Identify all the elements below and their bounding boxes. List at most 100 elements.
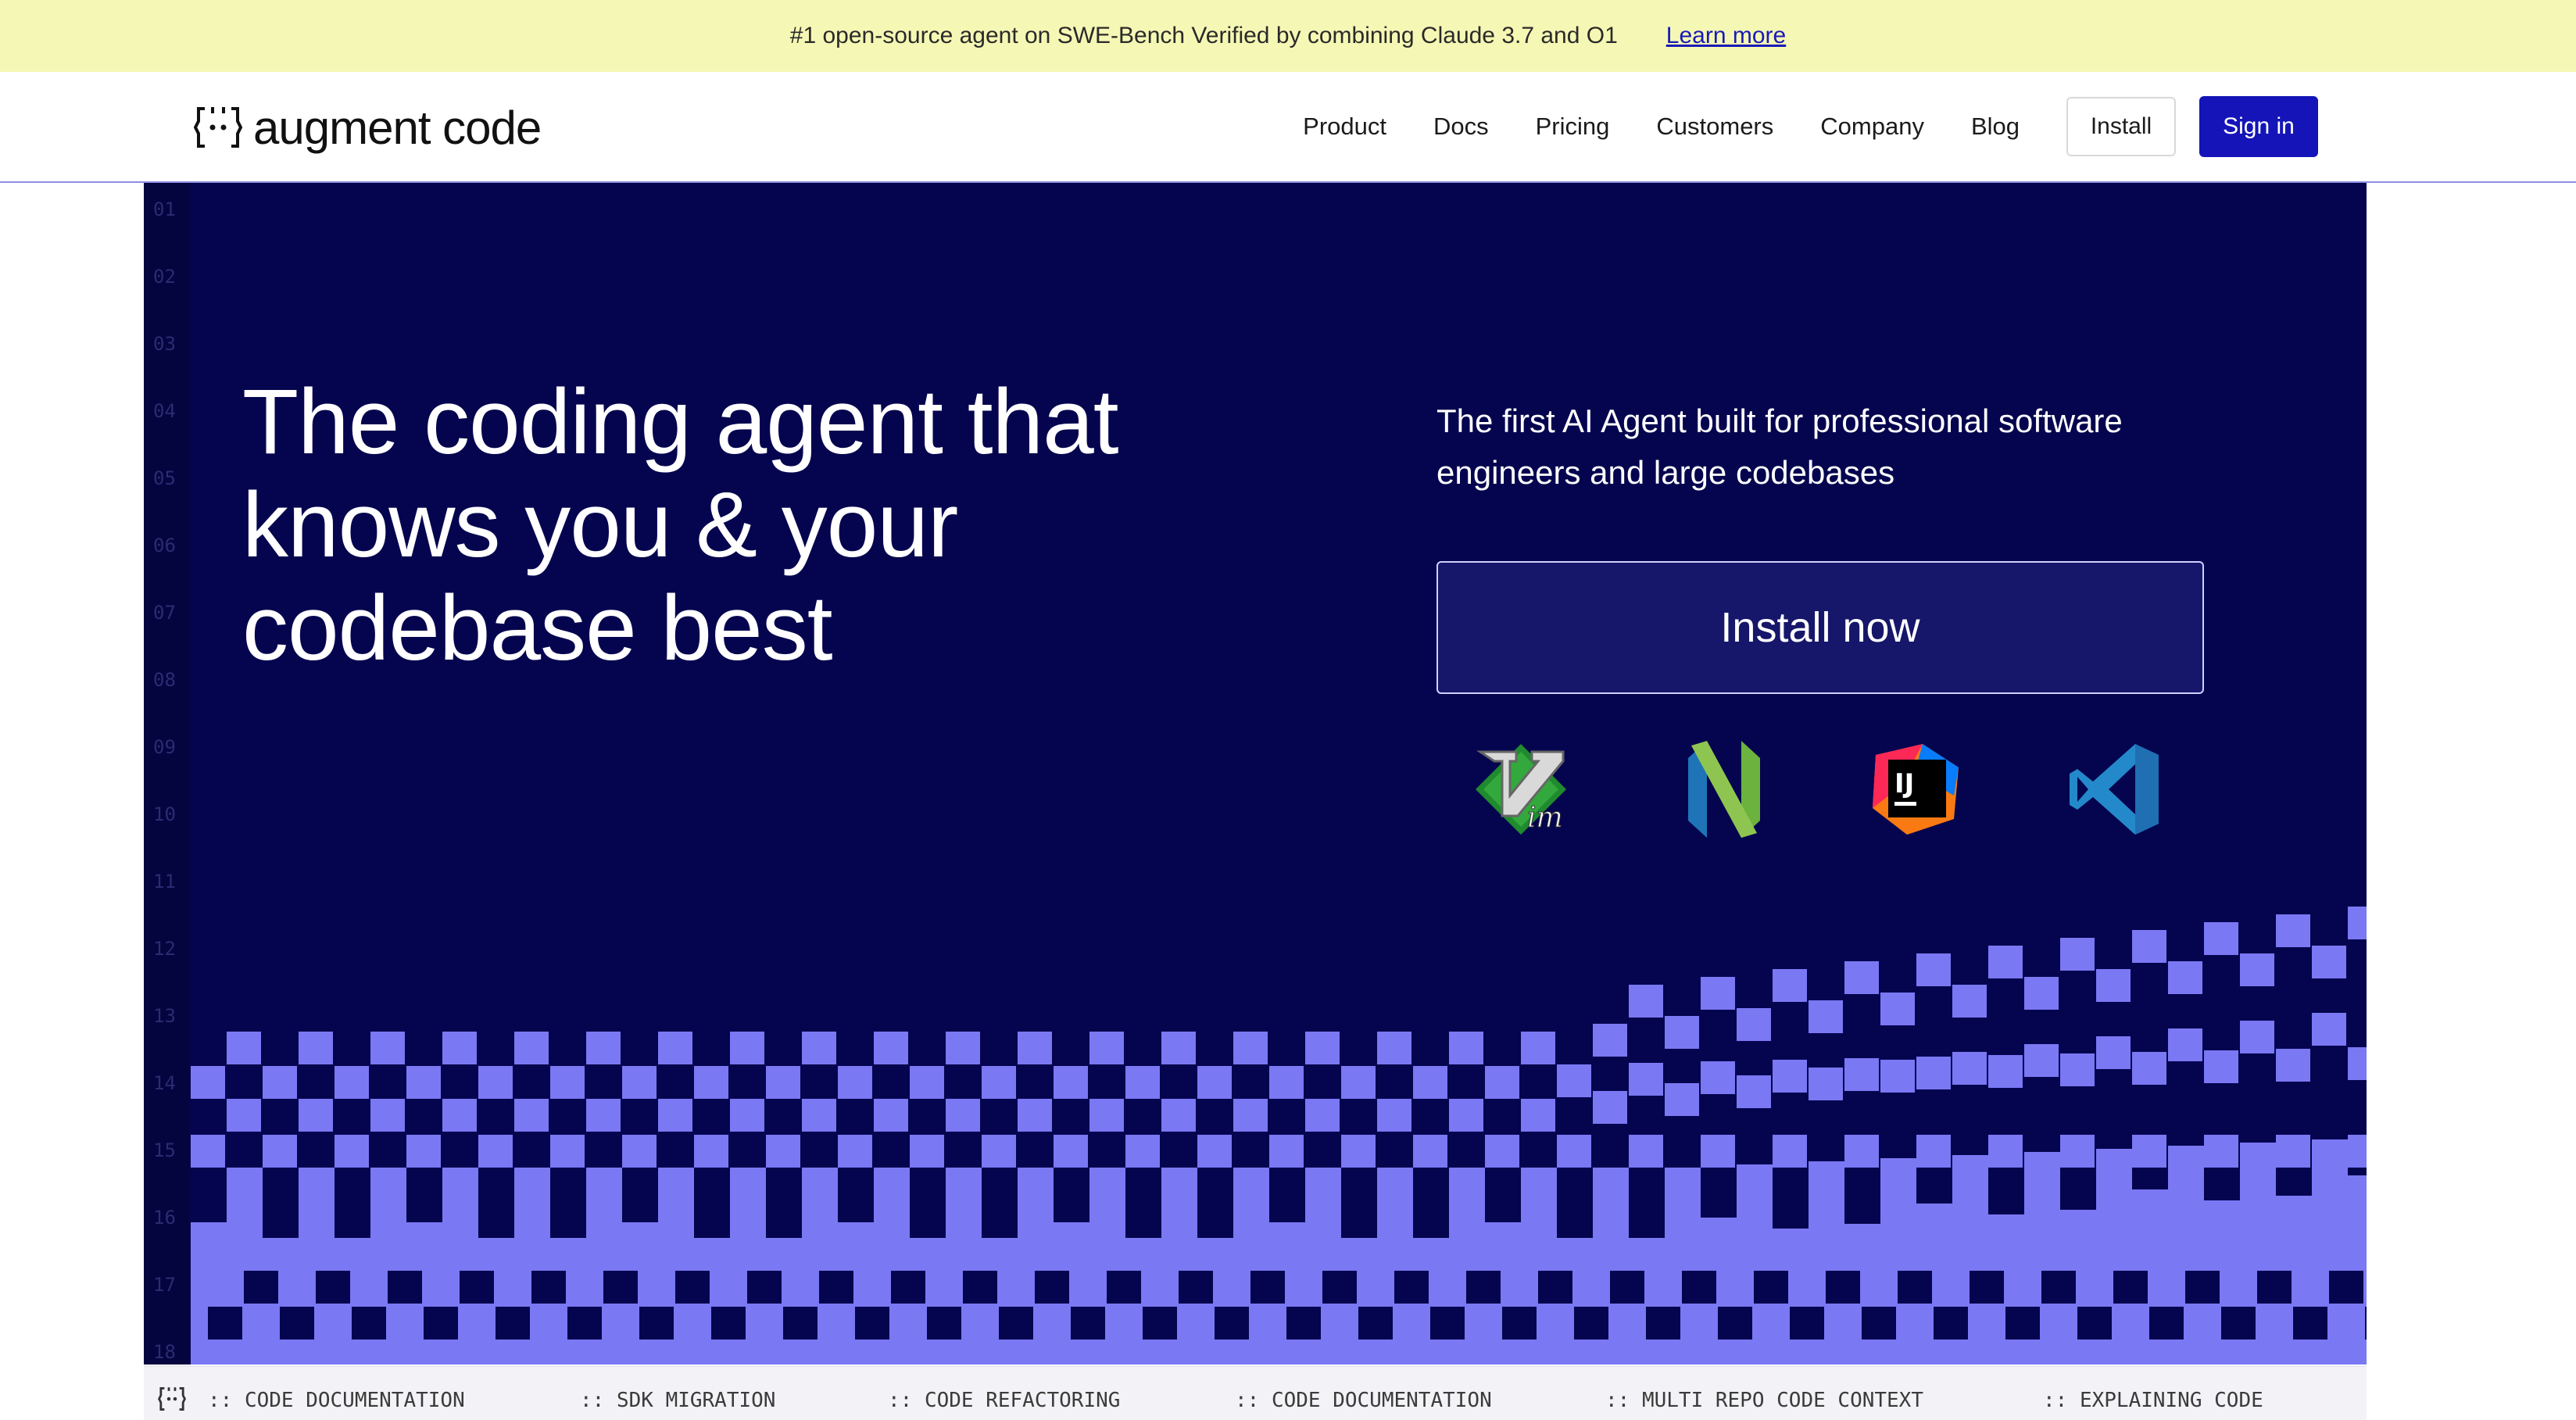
line-number-gutter: 01 02 03 04 05 06 07 08 09 10 11 12 13 1… xyxy=(144,183,189,1365)
pixel-block xyxy=(1305,1032,1340,1064)
pixel-block xyxy=(1377,1099,1411,1132)
nav-pricing[interactable]: Pricing xyxy=(1536,113,1610,141)
pixel-block xyxy=(460,1271,494,1304)
pixel-block xyxy=(2149,1307,2184,1340)
pixel-block xyxy=(819,1271,853,1304)
line-number: 07 xyxy=(153,602,176,624)
vim-icon[interactable]: im xyxy=(1472,741,1569,838)
pixel-block xyxy=(766,1066,800,1099)
pixel-block xyxy=(838,1066,872,1099)
learn-more-link[interactable]: Learn more xyxy=(1666,23,1786,49)
nav-docs[interactable]: Docs xyxy=(1433,113,1489,141)
pixel-block xyxy=(352,1307,386,1340)
pixel-block xyxy=(2096,1036,2131,1069)
pixel-block xyxy=(514,1099,549,1132)
pixel-block xyxy=(2060,1053,2095,1086)
pixel-block xyxy=(1737,1075,1771,1108)
pixel-block xyxy=(2221,1307,2256,1340)
pixel-block xyxy=(1646,1307,1680,1340)
use-case-item: :: CODE REFACTORING xyxy=(888,1389,1121,1412)
pixel-block xyxy=(1018,1032,1052,1064)
augment-small-logo-icon xyxy=(158,1386,186,1411)
pixel-block xyxy=(406,1135,441,1168)
vim-icon-label: im xyxy=(1527,802,1563,834)
line-number: 02 xyxy=(153,266,176,288)
pixel-block xyxy=(1862,1307,1896,1340)
pixel-block xyxy=(208,1307,242,1340)
pixel-block xyxy=(1718,1307,1752,1340)
intellij-icon-label: IJ xyxy=(1894,768,1914,799)
pixel-block xyxy=(1880,993,1915,1025)
use-case-item: :: SDK MIGRATION xyxy=(580,1389,776,1412)
pixel-block xyxy=(1934,1307,1968,1340)
pixel-block xyxy=(514,1032,549,1064)
line-number: 17 xyxy=(153,1274,176,1296)
pixel-block xyxy=(2185,1271,2220,1304)
pixel-block xyxy=(766,1135,800,1168)
pixel-block xyxy=(191,1135,225,1168)
pixel-block xyxy=(1233,1099,1268,1132)
pixel-block xyxy=(1089,1099,1124,1132)
use-case-item: :: CODE DOCUMENTATION xyxy=(1235,1389,1492,1412)
pixel-block xyxy=(783,1307,818,1340)
intellij-icon[interactable]: IJ xyxy=(1868,741,1965,838)
pixel-block xyxy=(2240,1021,2274,1053)
pixel-block xyxy=(586,1099,621,1132)
nav-company[interactable]: Company xyxy=(1820,113,1924,141)
pixel-block xyxy=(2329,1271,2363,1304)
pixel-block xyxy=(280,1307,314,1340)
hero-title: The coding agent that knows you & your c… xyxy=(242,370,1336,680)
nav-blog[interactable]: Blog xyxy=(1971,113,2020,141)
logo-text: augment code xyxy=(253,101,542,154)
pixel-block xyxy=(910,1066,944,1099)
pixel-block xyxy=(2113,1271,2148,1304)
vscode-icon[interactable] xyxy=(2066,741,2163,838)
pixel-block xyxy=(335,1066,369,1099)
pixel-block xyxy=(1574,1307,1608,1340)
pixel-block xyxy=(1161,1032,1196,1064)
use-case-item: :: MULTI REPO CODE CONTEXT xyxy=(1605,1389,1923,1412)
line-number: 06 xyxy=(153,535,176,556)
pixel-block xyxy=(1179,1271,1213,1304)
line-number: 16 xyxy=(153,1207,176,1229)
pixel-block xyxy=(299,1099,333,1132)
pixel-block xyxy=(1844,961,1879,994)
line-number: 10 xyxy=(153,803,176,825)
pixel-block xyxy=(2024,977,2059,1010)
pixel-block xyxy=(1125,1066,1160,1099)
pixel-block xyxy=(982,1135,1016,1168)
pixel-block xyxy=(1233,1032,1268,1064)
pixel-block xyxy=(1898,1271,1932,1304)
hero-title-line: knows you & your xyxy=(242,474,958,577)
pixel-block xyxy=(2348,1135,2367,1168)
line-number: 09 xyxy=(153,736,176,758)
pixel-block xyxy=(1754,1271,1788,1304)
pixel-block xyxy=(711,1307,746,1340)
pixel-block xyxy=(1629,985,1663,1018)
line-number: 15 xyxy=(153,1139,176,1161)
pixel-block xyxy=(1322,1271,1357,1304)
pixel-block xyxy=(1286,1307,1321,1340)
pixel-block xyxy=(1413,1066,1447,1099)
neovim-icon[interactable] xyxy=(1676,741,1773,838)
sign-in-button[interactable]: Sign in xyxy=(2199,96,2318,157)
pixel-block xyxy=(1593,1024,1627,1057)
pixel-block xyxy=(1269,1066,1304,1099)
pixel-block xyxy=(802,1099,836,1132)
pixel-block xyxy=(1952,985,1987,1018)
logo[interactable]: augment code xyxy=(194,100,542,155)
hero-title-line: The coding agent that xyxy=(242,370,1119,474)
install-button[interactable]: Install xyxy=(2066,97,2176,156)
nav-customers[interactable]: Customers xyxy=(1656,113,1773,141)
pixel-block xyxy=(639,1307,674,1340)
pixel-block xyxy=(442,1032,477,1064)
pixel-block xyxy=(2132,930,2166,963)
nav-links: Product Docs Pricing Customers Company B… xyxy=(1303,72,2576,181)
nav-product[interactable]: Product xyxy=(1303,113,1386,141)
pixel-block xyxy=(244,1271,278,1304)
pixel-block xyxy=(2096,969,2131,1002)
pixel-block xyxy=(1054,1135,1088,1168)
install-now-button[interactable]: Install now xyxy=(1436,561,2204,694)
pixel-block xyxy=(335,1135,369,1168)
pixel-block xyxy=(603,1271,638,1304)
